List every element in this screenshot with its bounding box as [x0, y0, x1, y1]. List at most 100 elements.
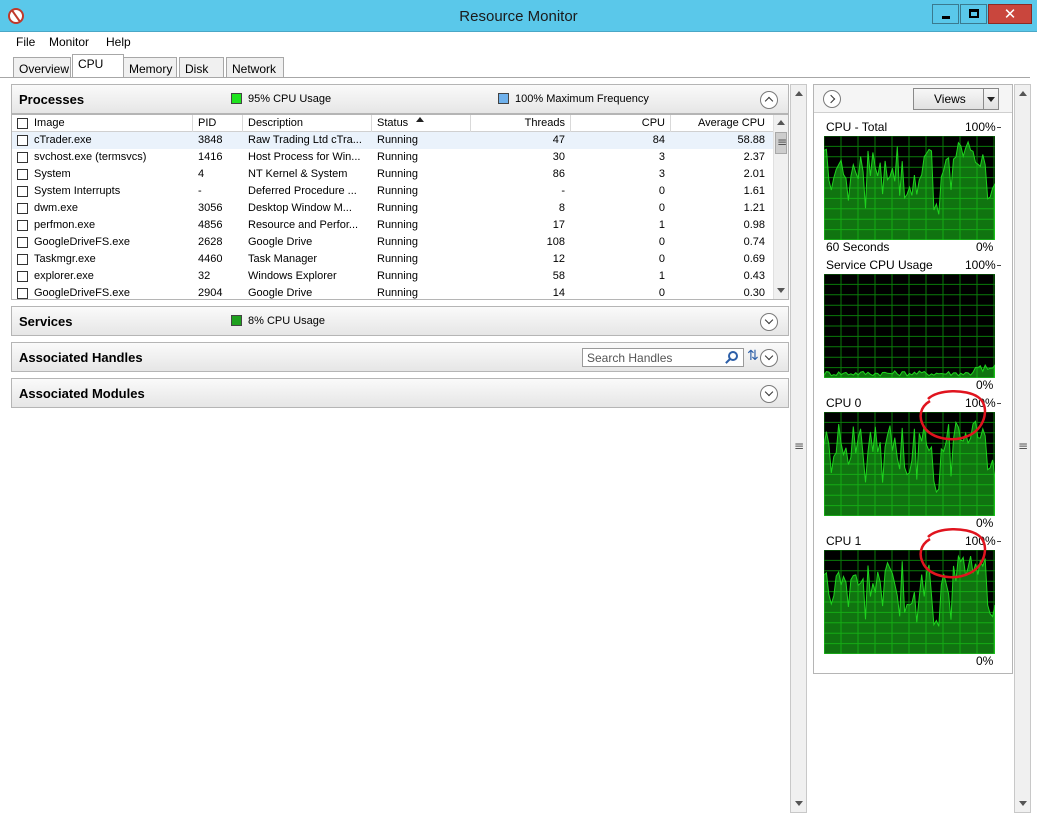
table-row[interactable]: GoogleDriveFS.exe 2628 Google Drive Running… — [12, 234, 774, 251]
cell-cpu: 0 — [658, 185, 665, 197]
scroll-up-arrow-icon[interactable] — [1019, 91, 1027, 96]
tab-network[interactable]: Network — [226, 57, 284, 77]
col-image[interactable]: Image — [34, 117, 65, 129]
scroll-down-arrow-icon[interactable] — [1019, 801, 1027, 806]
cell-description: Desktop Window M... — [248, 202, 352, 214]
menu-monitor[interactable]: Monitor — [49, 35, 89, 49]
row-checkbox[interactable] — [17, 237, 28, 248]
modules-header[interactable]: Associated Modules — [11, 378, 789, 408]
col-pid[interactable]: PID — [198, 117, 216, 129]
max-frequency-legend-square — [498, 93, 509, 104]
cell-pid: - — [198, 185, 202, 197]
cell-description: Google Drive — [248, 236, 313, 248]
col-cpu[interactable]: CPU — [572, 117, 665, 129]
cell-avg-cpu: 0.74 — [743, 236, 765, 248]
graphs-panel: Views CPU - Total 100% 0% 60 Seconds Service… — [813, 84, 1013, 674]
cell-threads: 58 — [552, 270, 565, 282]
processes-header[interactable]: Processes 95% CPU Usage 100% Maximum Fre… — [11, 84, 789, 114]
cell-status: Running — [377, 168, 418, 180]
collapse-processes-button[interactable] — [760, 91, 778, 109]
red-circle-annotation — [919, 390, 987, 441]
left-panel-scrollbar[interactable]: ≡ — [790, 84, 807, 813]
menu-file[interactable]: File — [16, 35, 35, 49]
graph-tick — [997, 403, 1001, 404]
splitter-grip-icon[interactable]: ≡ — [1018, 439, 1028, 453]
table-row[interactable]: Taskmgr.exe 4460 Task Manager Running 12 0 0.6… — [12, 251, 774, 268]
row-checkbox[interactable] — [17, 203, 28, 214]
cell-description: Google Drive — [248, 287, 313, 299]
col-description[interactable]: Description — [248, 117, 303, 129]
maximize-icon — [969, 9, 979, 18]
expand-services-button[interactable] — [760, 313, 778, 331]
row-checkbox[interactable] — [17, 135, 28, 146]
cell-pid: 4 — [198, 168, 205, 180]
scroll-down-arrow-icon[interactable] — [777, 288, 785, 293]
row-checkbox[interactable] — [17, 152, 28, 163]
tab-disk[interactable]: Disk — [179, 57, 224, 77]
table-row[interactable]: svchost.exe (termsvcs) 1416 Host Process f… — [12, 149, 774, 166]
col-average-cpu[interactable]: Average CPU — [672, 117, 765, 129]
scroll-up-arrow-icon[interactable] — [777, 120, 785, 125]
splitter-grip-icon[interactable]: ≡ — [794, 439, 804, 453]
table-row[interactable]: perfmon.exe 4856 Resource and Perfor... Run… — [12, 217, 774, 234]
row-checkbox[interactable] — [17, 288, 28, 299]
menu-help[interactable]: Help — [106, 35, 131, 49]
col-status[interactable]: Status — [377, 117, 408, 129]
table-row[interactable]: dwm.exe 3056 Desktop Window M... Running 8 0 1… — [12, 200, 774, 217]
cell-status: Running — [377, 185, 418, 197]
table-row[interactable]: explorer.exe 32 Windows Explorer Running 58 1… — [12, 268, 774, 285]
cell-image: System — [34, 168, 71, 180]
table-row[interactable]: System 4 NT Kernel & System Running 86 3 2.01 — [12, 166, 774, 183]
expand-modules-button[interactable] — [760, 385, 778, 403]
row-checkbox[interactable] — [17, 169, 28, 180]
tab-overview[interactable]: Overview — [13, 57, 71, 77]
table-row[interactable]: GoogleDriveFS.exe 2904 Google Drive Running… — [12, 285, 774, 299]
processes-cpu-usage: 95% CPU Usage — [248, 93, 332, 105]
tab-cpu[interactable]: CPU — [72, 54, 124, 78]
row-checkbox[interactable] — [17, 220, 28, 231]
scroll-down-arrow-icon[interactable] — [795, 801, 803, 806]
close-button[interactable]: ✕ — [988, 4, 1032, 24]
services-cpu-usage: 8% CPU Usage — [248, 315, 326, 327]
row-checkbox[interactable] — [17, 271, 28, 282]
cell-avg-cpu: 1.61 — [743, 185, 765, 197]
expand-handles-button[interactable] — [760, 349, 778, 367]
graph-plot — [824, 274, 995, 378]
cell-pid: 4460 — [198, 253, 223, 265]
cell-status: Running — [377, 236, 418, 248]
cell-avg-cpu: 0.43 — [743, 270, 765, 282]
row-checkbox[interactable] — [17, 186, 28, 197]
right-panel-scrollbar[interactable]: ≡ — [1014, 84, 1031, 813]
cell-threads: 86 — [552, 168, 565, 180]
refresh-icon[interactable]: ⇅ — [747, 348, 759, 364]
cell-image: explorer.exe — [34, 270, 94, 282]
handles-header[interactable]: Associated Handles Search Handles ⇅ — [11, 342, 789, 372]
services-header[interactable]: Services 8% CPU Usage — [11, 306, 789, 336]
title-bar: Resource Monitor ✕ — [0, 0, 1037, 32]
maximize-button[interactable] — [960, 4, 987, 24]
table-row[interactable]: System Interrupts - Deferred Procedure ...… — [12, 183, 774, 200]
cell-image: Taskmgr.exe — [34, 253, 96, 265]
cell-pid: 2628 — [198, 236, 223, 248]
cell-status: Running — [377, 151, 418, 163]
cell-pid: 1416 — [198, 151, 223, 163]
views-dropdown[interactable]: Views — [913, 88, 999, 110]
processes-scrollbar[interactable] — [773, 115, 788, 299]
col-threads[interactable]: Threads — [472, 117, 565, 129]
cell-image: dwm.exe — [34, 202, 79, 214]
row-checkbox[interactable] — [17, 254, 28, 265]
handles-title: Associated Handles — [19, 350, 143, 365]
table-row[interactable]: cTrader.exe 3848 Raw Trading Ltd cTra... Ru… — [12, 132, 774, 149]
search-handles-input[interactable]: Search Handles — [582, 348, 744, 367]
cell-avg-cpu: 2.37 — [743, 151, 765, 163]
select-all-checkbox[interactable] — [17, 118, 28, 129]
cell-pid: 3848 — [198, 134, 223, 146]
scroll-up-arrow-icon[interactable] — [795, 91, 803, 96]
collapse-graphs-button[interactable] — [823, 90, 841, 108]
tab-memory[interactable]: Memory — [123, 57, 177, 77]
cell-status: Running — [377, 202, 418, 214]
scroll-thumb[interactable] — [775, 132, 787, 154]
chevron-down-icon[interactable] — [983, 89, 998, 109]
search-icon[interactable] — [728, 351, 738, 361]
minimize-button[interactable] — [932, 4, 959, 24]
